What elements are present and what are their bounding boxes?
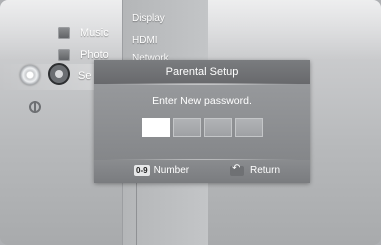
password-digit-box[interactable] [204, 118, 232, 137]
menu-item-music[interactable]: Music [58, 27, 109, 39]
password-input[interactable] [142, 118, 263, 137]
password-digit-box[interactable] [142, 118, 170, 137]
number-key-icon: 0-9 [134, 165, 150, 176]
number-hint-label: Number [153, 165, 190, 176]
dialog-footer: 0-9 Number Return [94, 160, 310, 183]
submenu-item-hdmi[interactable]: HDMI [132, 35, 158, 46]
screen: Music Photo Se Display HDMI Network Pare… [0, 0, 381, 245]
disc-icon[interactable] [20, 65, 40, 85]
return-label: Return [250, 165, 281, 176]
globe-icon[interactable] [29, 101, 41, 113]
menu-item-label: Music [80, 27, 109, 39]
header-divider [102, 83, 302, 85]
password-digit-box[interactable] [173, 118, 201, 137]
music-icon [58, 27, 70, 39]
photo-icon [58, 49, 70, 61]
number-hint: 0-9 Number [134, 165, 189, 176]
dialog-header: Parental Setup [94, 60, 310, 84]
return-icon [230, 163, 244, 176]
password-prompt: Enter New password. [152, 95, 252, 107]
submenu-item-display[interactable]: Display [132, 13, 165, 24]
return-button[interactable]: Return [230, 163, 281, 176]
dialog-title: Parental Setup [165, 66, 239, 78]
menu-item-label: Se [78, 70, 92, 82]
password-digit-box[interactable] [235, 118, 263, 137]
settings-gear-icon[interactable] [48, 63, 70, 85]
parental-setup-dialog: Parental Setup Enter New password. 0-9 N… [94, 60, 310, 183]
menu-item-settings[interactable]: Se [78, 70, 91, 82]
